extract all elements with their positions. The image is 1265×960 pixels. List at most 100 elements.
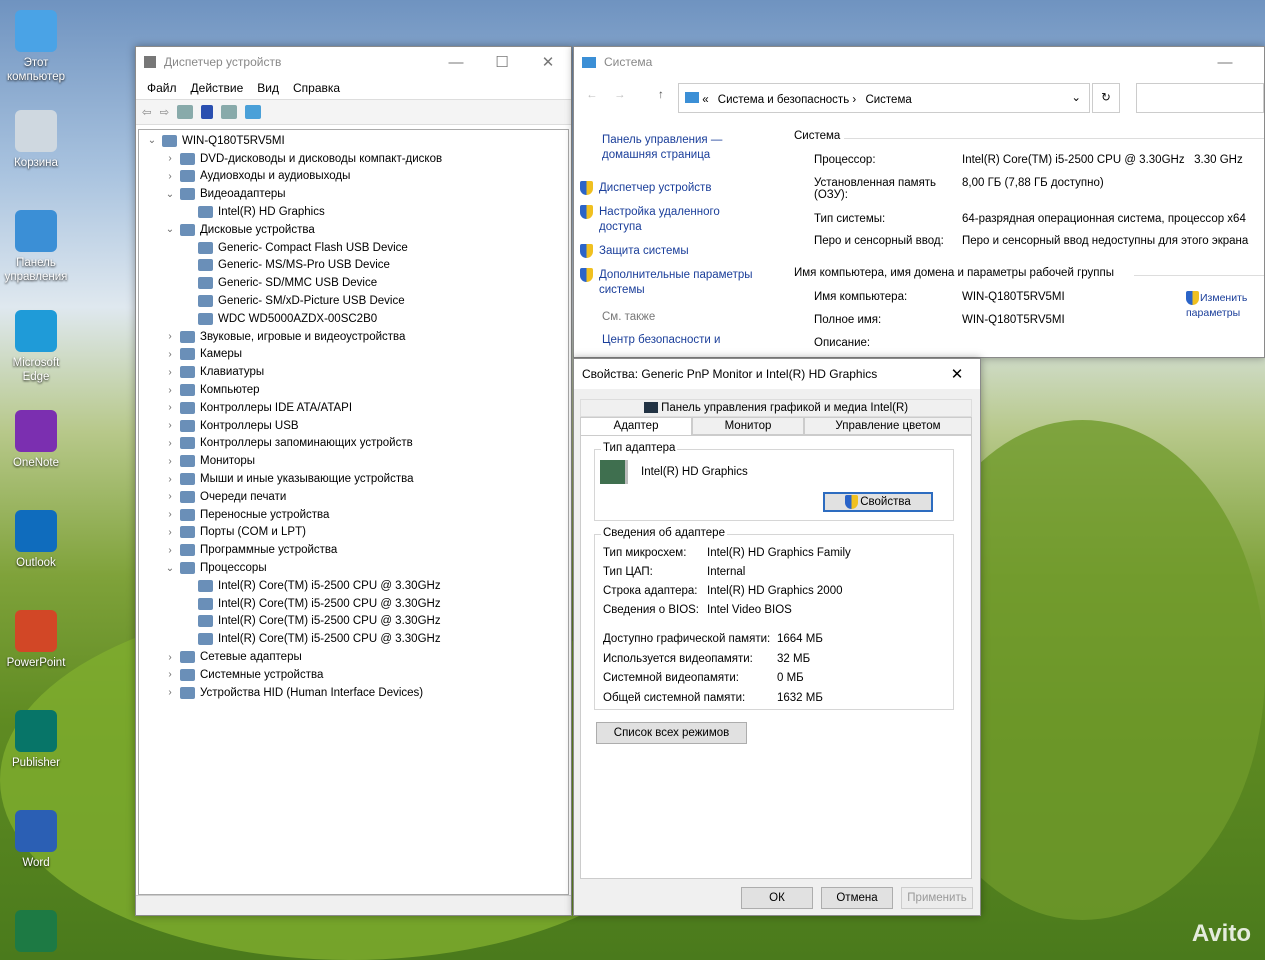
forward-icon[interactable]: ⇨	[160, 105, 170, 119]
tab-intel-graphics[interactable]: Панель управления графикой и медиа Intel…	[580, 399, 972, 417]
desktop-icon[interactable]: Microsoft Edge	[0, 310, 72, 384]
chevron-right-icon[interactable]: ›	[163, 509, 177, 520]
chevron-right-icon[interactable]: ›	[163, 171, 177, 182]
search-input[interactable]	[1136, 83, 1264, 113]
tab-color-management[interactable]: Управление цветом	[804, 417, 972, 435]
tree-item[interactable]: Generic- SD/MMC USB Device	[139, 274, 568, 292]
properties-icon[interactable]	[177, 105, 194, 119]
chevron-right-icon[interactable]: ›	[163, 349, 177, 360]
tree-item[interactable]: ⌄ Процессоры	[139, 559, 568, 577]
advanced-settings-link[interactable]: Дополнительные параметры системы	[580, 268, 780, 298]
tab-adapter[interactable]: Адаптер	[580, 417, 692, 435]
chevron-down-icon[interactable]: ⌄	[163, 189, 177, 200]
scan-hardware-icon[interactable]	[245, 105, 262, 119]
chevron-down-icon[interactable]: ⌄	[163, 563, 177, 574]
chevron-down-icon[interactable]: ⌄	[145, 135, 159, 146]
tree-item[interactable]: Intel(R) Core(TM) i5-2500 CPU @ 3.30GHz	[139, 577, 568, 595]
chevron-right-icon[interactable]: ›	[163, 652, 177, 663]
chevron-right-icon[interactable]: ›	[163, 367, 177, 378]
cancel-button[interactable]: Отмена	[821, 887, 893, 909]
chevron-right-icon[interactable]: ›	[163, 687, 177, 698]
tree-item[interactable]: ⌄ Видеоадаптеры	[139, 185, 568, 203]
tree-item[interactable]: Intel(R) HD Graphics	[139, 203, 568, 221]
tree-item[interactable]: › Сетевые адаптеры	[139, 648, 568, 666]
close-button[interactable]: ✕	[934, 365, 980, 383]
tree-item[interactable]: › Системные устройства	[139, 666, 568, 684]
address-bar[interactable]: « Система и безопасность › Система ⌄	[678, 83, 1090, 113]
back-icon[interactable]: ⇦	[142, 105, 152, 119]
menu-action[interactable]: Действие	[184, 79, 251, 97]
tree-item[interactable]: › Аудиовходы и аудиовыходы	[139, 168, 568, 186]
close-button[interactable]: ✕	[525, 53, 571, 71]
desktop-icon[interactable]: Outlook	[0, 510, 72, 570]
apply-button[interactable]: Применить	[901, 887, 973, 909]
tree-item[interactable]: Generic- SM/xD-Picture USB Device	[139, 292, 568, 310]
minimize-button[interactable]: —	[433, 54, 479, 71]
tree-item[interactable]: › Мониторы	[139, 452, 568, 470]
chevron-right-icon[interactable]: ›	[163, 402, 177, 413]
tree-item[interactable]: WDC WD5000AZDX-00SC2B0	[139, 310, 568, 328]
security-center-link[interactable]: Центр безопасности и	[580, 333, 780, 348]
tree-item[interactable]: › Программные устройства	[139, 541, 568, 559]
menu-file[interactable]: Файл	[140, 79, 184, 97]
chevron-right-icon[interactable]: ›	[163, 331, 177, 342]
chevron-right-icon[interactable]: ›	[163, 669, 177, 680]
tree-item[interactable]: › Переносные устройства	[139, 506, 568, 524]
tree-item[interactable]: ⌄ Дисковые устройства	[139, 221, 568, 239]
tree-item[interactable]: › Звуковые, игровые и видеоустройства	[139, 328, 568, 346]
chevron-right-icon[interactable]: ›	[163, 420, 177, 431]
chevron-right-icon[interactable]: ›	[163, 456, 177, 467]
desktop-icon[interactable]: Панель управления	[0, 210, 72, 284]
up-icon[interactable]: ↑	[658, 89, 664, 101]
control-panel-home-link[interactable]: Панель управления — домашняя страница	[580, 133, 730, 163]
back-icon[interactable]: ←	[586, 89, 598, 101]
desktop-icon[interactable]: Корзина	[0, 110, 72, 170]
desktop-icon[interactable]: OneNote	[0, 410, 72, 470]
tree-item[interactable]: › Мыши и иные указывающие устройства	[139, 470, 568, 488]
tree-item[interactable]: › Контроллеры запоминающих устройств	[139, 435, 568, 453]
tree-item[interactable]: › DVD-дисководы и дисководы компакт-диско…	[139, 150, 568, 168]
forward-icon[interactable]: →	[614, 89, 626, 101]
tree-item[interactable]: › Контроллеры USB	[139, 417, 568, 435]
tree-item[interactable]: › Очереди печати	[139, 488, 568, 506]
tree-item[interactable]: Intel(R) Core(TM) i5-2500 CPU @ 3.30GHz	[139, 613, 568, 631]
desktop-icon[interactable]: Word	[0, 810, 72, 870]
desktop-icon[interactable]: Publisher	[0, 710, 72, 770]
chevron-right-icon[interactable]: ›	[163, 438, 177, 449]
tree-item[interactable]: › Клавиатуры	[139, 363, 568, 381]
chevron-down-icon[interactable]: ⌄	[1071, 90, 1081, 104]
minimize-button[interactable]: —	[1202, 54, 1248, 71]
tree-item[interactable]: › Компьютер	[139, 381, 568, 399]
help-icon[interactable]	[201, 105, 214, 119]
change-settings-link[interactable]: Изменить параметры	[1186, 291, 1264, 321]
tree-item[interactable]: › Порты (COM и LPT)	[139, 524, 568, 542]
breadcrumb-system[interactable]: Система	[865, 94, 911, 106]
tree-item[interactable]: ⌄ WIN-Q180T5RV5MI	[139, 132, 568, 150]
adapter-properties-button[interactable]: Свойства	[823, 492, 933, 512]
desktop-icon[interactable]: Этот компьютер	[0, 10, 72, 84]
chevron-down-icon[interactable]: ⌄	[163, 224, 177, 235]
tree-item[interactable]: › Камеры	[139, 346, 568, 364]
list-all-modes-button[interactable]: Список всех режимов	[596, 722, 747, 744]
ok-button[interactable]: ОК	[741, 887, 813, 909]
remote-settings-link[interactable]: Настройка удаленного доступа	[580, 205, 780, 235]
breadcrumb-security[interactable]: Система и безопасность	[718, 94, 849, 106]
desktop-icon[interactable]: PowerPoint	[0, 610, 72, 670]
tree-item[interactable]: › Устройства HID (Human Interface Devices…	[139, 684, 568, 702]
chevron-right-icon[interactable]: ›	[163, 153, 177, 164]
chevron-right-icon[interactable]: ›	[163, 385, 177, 396]
menu-help[interactable]: Справка	[286, 79, 347, 97]
menu-view[interactable]: Вид	[250, 79, 286, 97]
tree-item[interactable]: › Контроллеры IDE ATA/ATAPI	[139, 399, 568, 417]
chevron-right-icon[interactable]: ›	[163, 474, 177, 485]
update-driver-icon[interactable]	[221, 105, 238, 119]
refresh-button[interactable]: ↻	[1092, 83, 1120, 113]
tree-item[interactable]: Generic- Compact Flash USB Device	[139, 239, 568, 257]
chevron-right-icon[interactable]: ›	[163, 491, 177, 502]
system-protection-link[interactable]: Защита системы	[580, 244, 780, 259]
maximize-button[interactable]: ☐	[479, 53, 525, 71]
desktop-icon[interactable]	[0, 910, 72, 956]
tree-item[interactable]: Intel(R) Core(TM) i5-2500 CPU @ 3.30GHz	[139, 595, 568, 613]
device-manager-link[interactable]: Диспетчер устройств	[580, 181, 780, 196]
tree-item[interactable]: Generic- MS/MS-Pro USB Device	[139, 257, 568, 275]
